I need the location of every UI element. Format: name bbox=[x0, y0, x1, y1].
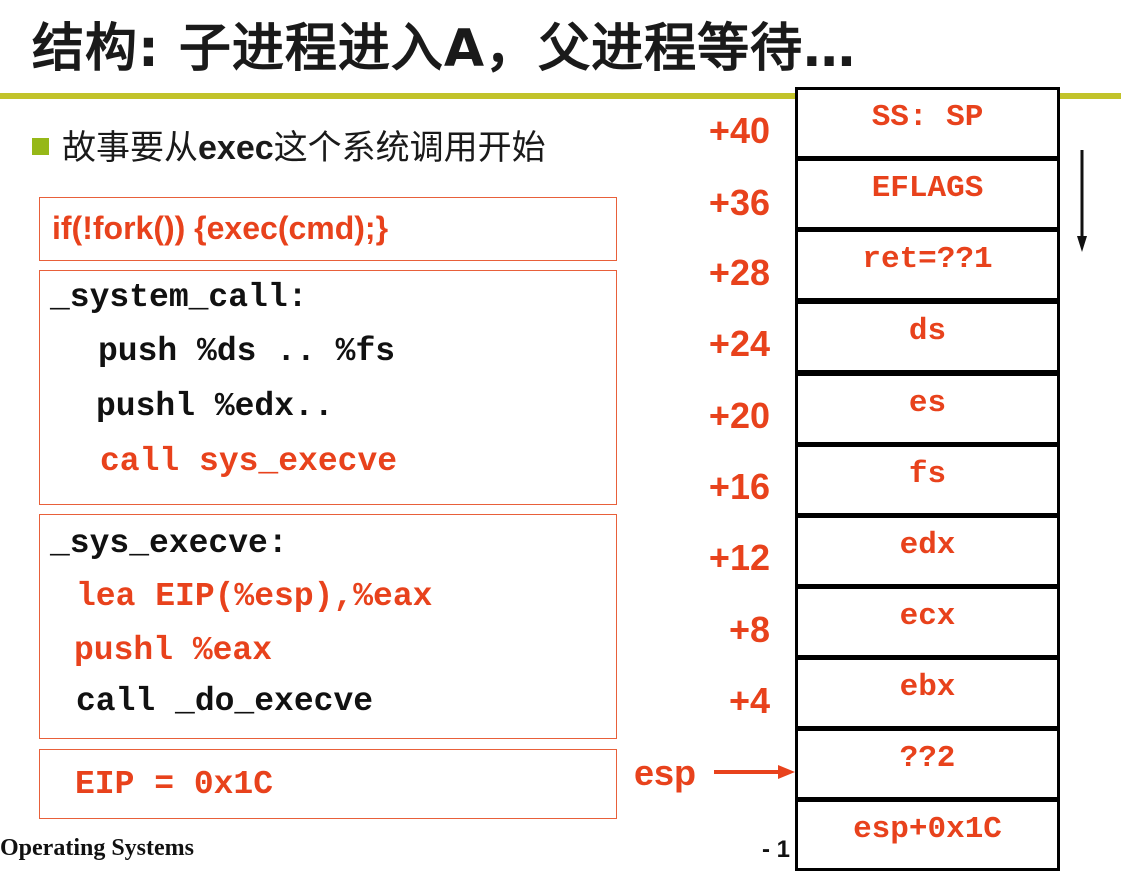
stack-growth-down-arrow-icon bbox=[1077, 150, 1087, 252]
esp-arrow-icon bbox=[714, 765, 795, 779]
footer-course-name: Operating Systems bbox=[0, 835, 194, 861]
arrows-overlay bbox=[714, 150, 1087, 779]
footer-page-number: - 1 bbox=[762, 836, 791, 863]
